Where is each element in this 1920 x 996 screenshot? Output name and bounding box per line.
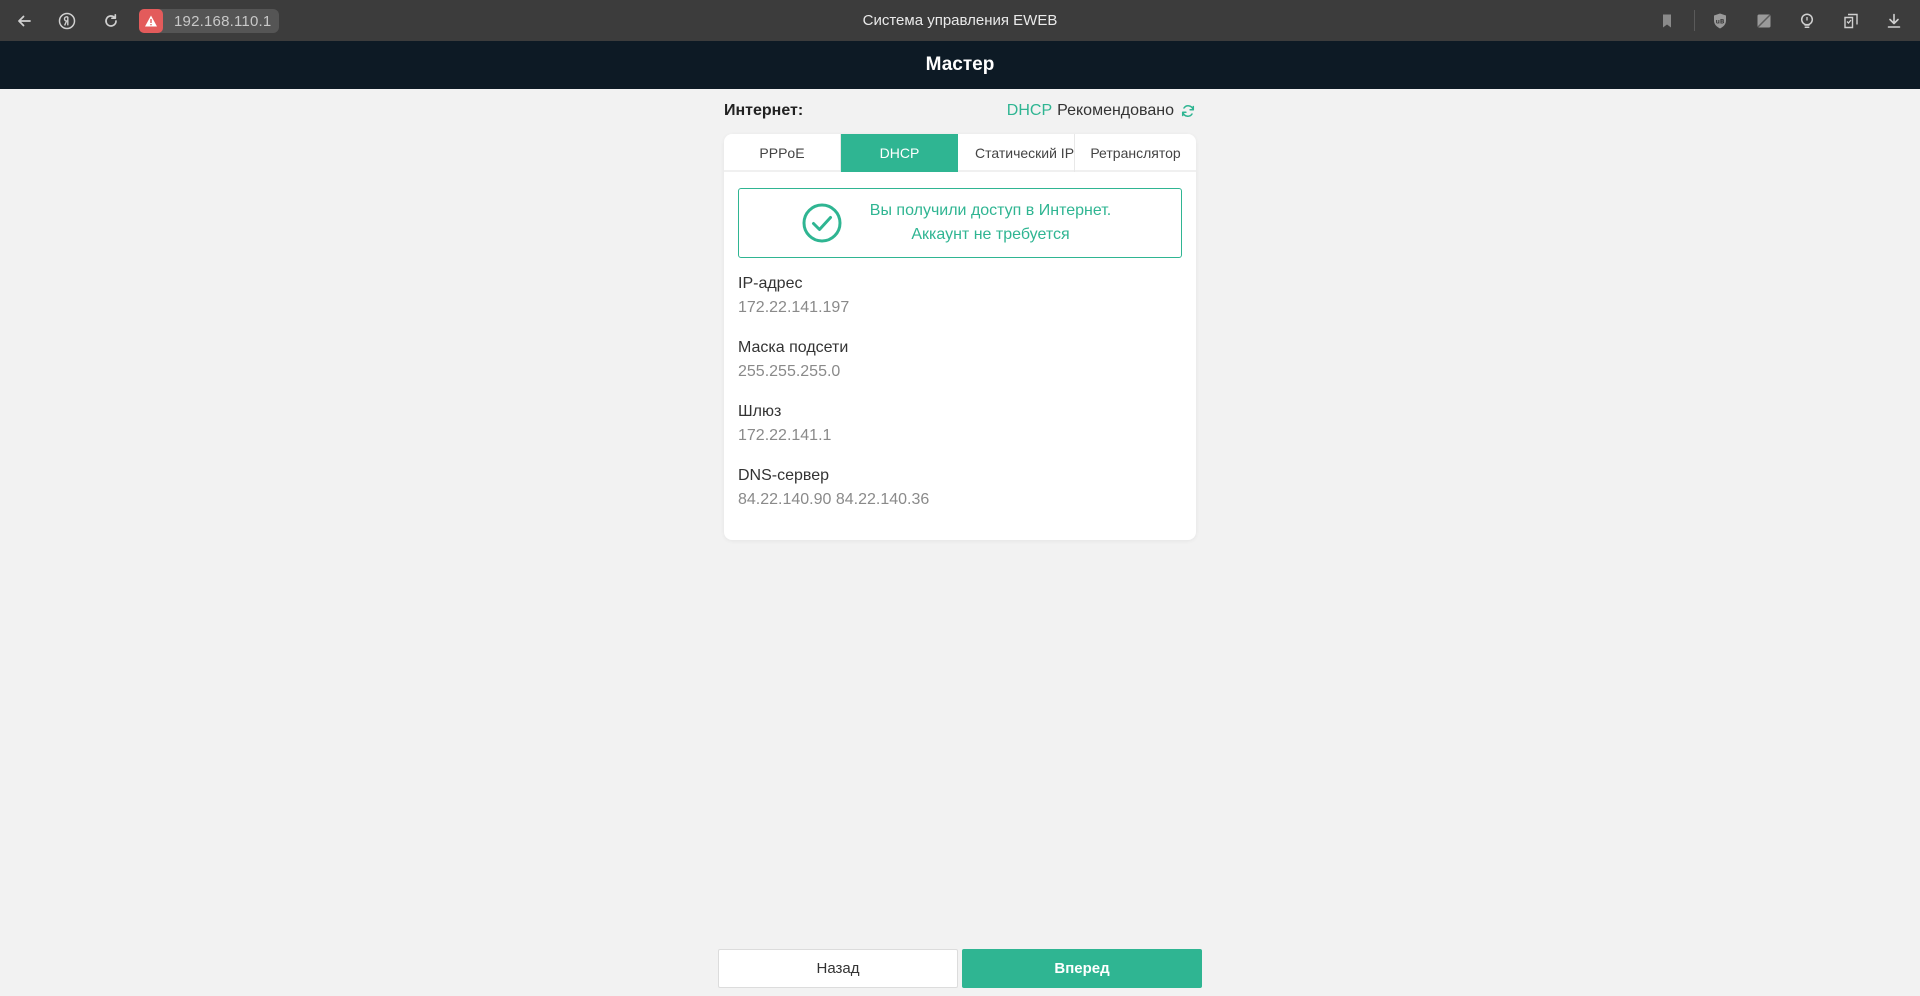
- tab-repeater[interactable]: Ретранслятор: [1075, 134, 1196, 172]
- connection-type-tabs: PPPoE DHCP Статический IP Ретранслятор: [724, 134, 1196, 172]
- info-label: DNS-сервер: [738, 467, 830, 484]
- back-button[interactable]: Назад: [718, 949, 958, 988]
- refresh-icon[interactable]: [1180, 103, 1196, 119]
- shield-extension-icon[interactable]: uB: [1707, 8, 1733, 34]
- toolbar-divider: [1694, 10, 1695, 31]
- internet-row: Интернет: DHCP Рекомендовано: [724, 96, 1196, 126]
- info-gateway: Шлюз 172.22.141.1: [738, 400, 1182, 448]
- browser-toolbar: 192.168.110.1 Система управления EWEB uB: [0, 0, 1920, 41]
- tab-static-ip[interactable]: Статический IP: [958, 134, 1075, 172]
- download-icon[interactable]: [1881, 8, 1907, 34]
- info-value: 172.22.141.1: [738, 427, 832, 444]
- recommend-text: Рекомендовано: [1057, 102, 1174, 119]
- info-label: Маска подсети: [738, 339, 849, 356]
- info-value: 172.22.141.197: [738, 299, 850, 316]
- info-value: 84.22.140.90 84.22.140.36: [738, 491, 930, 508]
- recommendation: DHCP Рекомендовано: [1007, 102, 1196, 120]
- tab-pppoe[interactable]: PPPoE: [724, 134, 841, 172]
- svg-text:uB: uB: [1716, 19, 1725, 26]
- status-line-2: Аккаунт не требуется: [911, 226, 1070, 243]
- check-circle-icon: [802, 203, 842, 243]
- next-button[interactable]: Вперед: [962, 949, 1202, 988]
- info-label: Шлюз: [738, 403, 782, 420]
- tab-title: Система управления EWEB: [862, 12, 1058, 29]
- collections-icon[interactable]: [1838, 8, 1864, 34]
- info-label: IP-адрес: [738, 275, 803, 292]
- extension-icon[interactable]: [1751, 8, 1777, 34]
- internet-label: Интернет:: [724, 102, 804, 119]
- status-line-1: Вы получили доступ в Интернет.: [869, 202, 1112, 219]
- info-subnet-mask: Маска подсети 255.255.255.0: [738, 336, 1182, 384]
- connection-info: IP-адрес 172.22.141.197 Маска подсети 25…: [738, 272, 1182, 512]
- wizard-panel: Интернет: DHCP Рекомендовано PPPoE DHCP …: [724, 96, 1196, 540]
- bookmark-icon[interactable]: [1654, 8, 1680, 34]
- lightbulb-icon[interactable]: [1794, 8, 1820, 34]
- detected-protocol: DHCP: [1006, 102, 1053, 119]
- status-message: Вы получили доступ в Интернет. Аккаунт н…: [842, 199, 1139, 247]
- info-value: 255.255.255.0: [738, 363, 841, 380]
- connection-status-box: Вы получили доступ в Интернет. Аккаунт н…: [738, 188, 1182, 258]
- tab-dhcp[interactable]: DHCP: [841, 134, 958, 172]
- info-dns: DNS-сервер 84.22.140.90 84.22.140.36: [738, 464, 1182, 512]
- info-ip: IP-адрес 172.22.141.197: [738, 272, 1182, 320]
- page-title: Мастер: [925, 54, 995, 75]
- app-header: Мастер: [0, 41, 1920, 89]
- connection-card: PPPoE DHCP Статический IP Ретранслятор В…: [724, 134, 1196, 540]
